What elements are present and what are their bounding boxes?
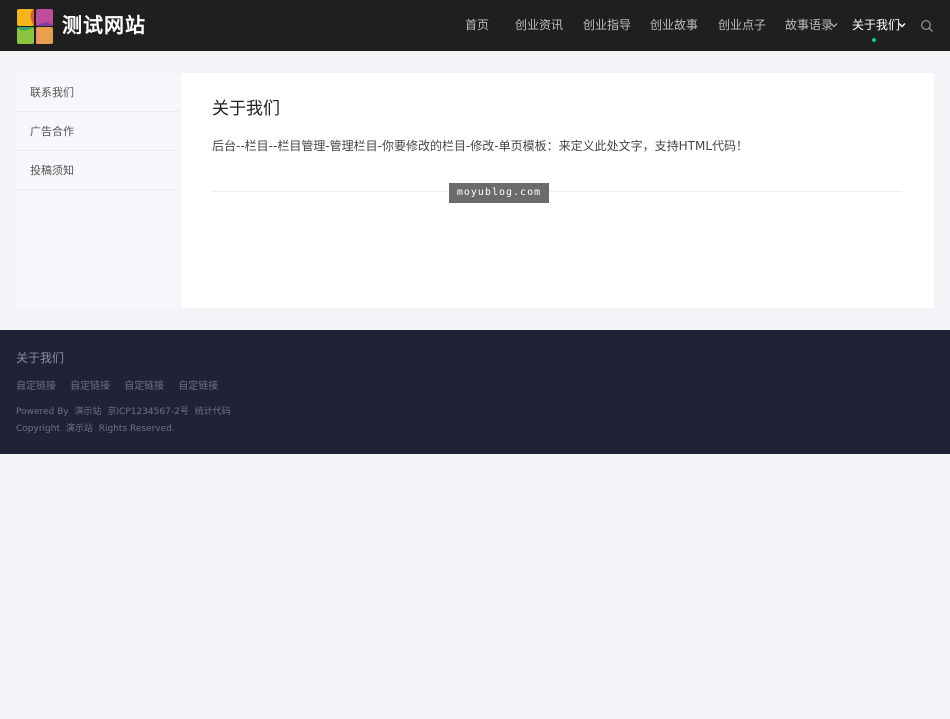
footer-copyright-line: Copyright 演示站 Rights Reserved. [16,422,178,436]
icp-link[interactable]: 京ICP1234567-2号 [107,407,188,417]
nav-startup-stories[interactable]: 创业故事 [650,0,698,51]
page-title: 关于我们 [212,99,280,119]
sidebar: 联系我们 广告合作 投稿须知 [16,73,180,308]
copyright-site-link[interactable]: 演示站 [66,424,93,434]
main-content: 关于我们 后台--栏目--栏目管理-管理栏目-你要修改的栏目-修改-单页模板：来… [181,73,934,308]
nav-quotes[interactable]: 故事语录 [785,0,833,51]
footer-title: 关于我们 [16,351,65,365]
footer-link[interactable]: 自定链接 [178,380,218,394]
page-body-text: 后台--栏目--栏目管理-管理栏目-你要修改的栏目-修改-单页模板：来定义此处文… [212,139,749,153]
footer-powered-line: Powered By 演示站 京ICP1234567-2号 统计代码 [16,405,234,419]
main-nav: 首页 创业资讯 创业指导 创业故事 创业点子 故事语录 关于我们 [0,0,950,51]
nav-about-us[interactable]: 关于我们 [852,0,900,51]
footer-links: 自定链接 自定链接 自定链接 自定链接 [16,374,227,392]
watermark: moyublog.com [449,183,549,203]
nav-startup-ideas[interactable]: 创业点子 [718,0,766,51]
copyright-prefix: Copyright [16,424,60,434]
nav-home[interactable]: 首页 [465,0,489,51]
copyright-suffix: Rights Reserved. [98,424,175,434]
footer-link[interactable]: 自定链接 [16,380,56,394]
content-divider [212,191,902,192]
footer: 关于我们 自定链接 自定链接 自定链接 自定链接 Powered By 演示站 … [0,330,950,454]
footer-link[interactable]: 自定链接 [70,380,110,394]
nav-startup-news[interactable]: 创业资讯 [515,0,563,51]
sidebar-item-submission[interactable]: 投稿须知 [16,151,180,190]
chevron-down-icon[interactable] [898,21,906,29]
sidebar-item-advertising[interactable]: 广告合作 [16,112,180,151]
active-nav-indicator [872,38,876,42]
nav-startup-guide[interactable]: 创业指导 [583,0,631,51]
footer-link[interactable]: 自定链接 [124,380,164,394]
top-header: 测试网站 首页 创业资讯 创业指导 创业故事 创业点子 故事语录 关于我们 [0,0,950,51]
powered-by-text: Powered By [16,407,69,417]
stats-code: 统计代码 [194,407,231,417]
search-icon[interactable] [920,19,934,33]
footer-site-link[interactable]: 演示站 [75,407,102,417]
chevron-down-icon[interactable] [830,21,838,29]
sidebar-item-contact[interactable]: 联系我们 [16,73,180,112]
